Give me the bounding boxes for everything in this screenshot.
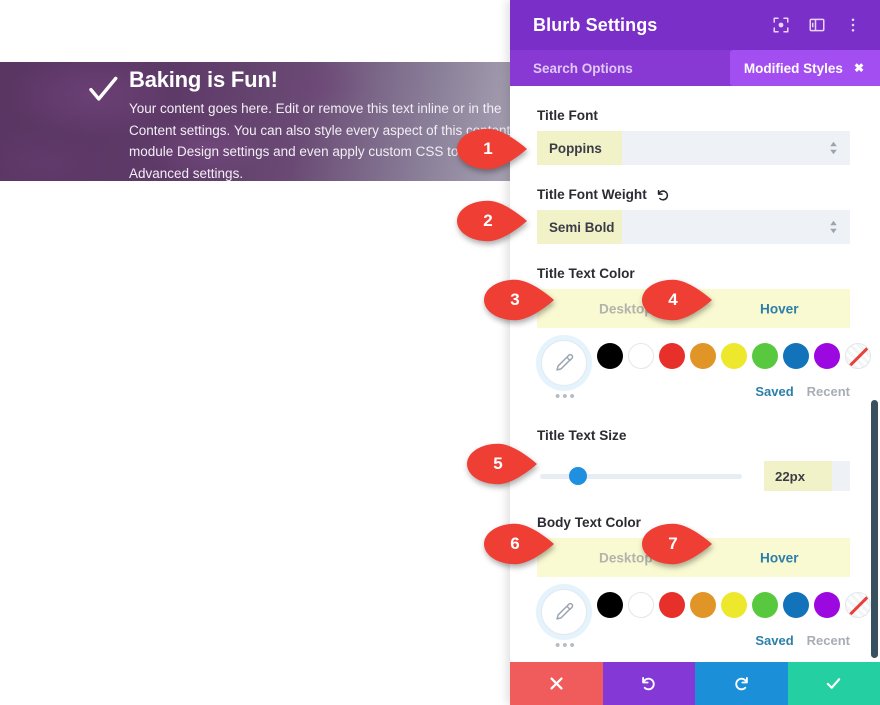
panel-footer (510, 662, 880, 705)
app-root: Baking is Fun! Your content goes here. E… (0, 0, 880, 705)
swatch-white[interactable] (628, 592, 654, 618)
swatch-white[interactable] (628, 343, 654, 369)
close-icon[interactable]: ✖ (854, 61, 864, 75)
chevron-updown-icon (829, 141, 838, 156)
marker-5: 5 (465, 443, 539, 485)
tab-hover[interactable]: Hover (760, 301, 799, 316)
modified-styles-label: Modified Styles (743, 60, 843, 76)
title-font-weight-label: Title Font Weight (510, 187, 880, 210)
swatch-black[interactable] (597, 343, 623, 369)
chevron-updown-icon (829, 220, 838, 235)
swatch-blue[interactable] (783, 592, 809, 618)
field-title-text-size: Title Text Size 22px (510, 414, 880, 497)
ellipsis-icon[interactable]: ••• (555, 389, 577, 404)
title-font-value: Poppins (549, 140, 602, 156)
swatch-green[interactable] (752, 343, 778, 369)
title-font-weight-select[interactable]: Semi Bold (537, 210, 850, 244)
checkmark-icon (86, 72, 120, 106)
field-title-font-weight: Title Font Weight Semi Bold (510, 165, 880, 244)
saved-colors-link[interactable]: Saved (755, 633, 793, 648)
ellipsis-icon[interactable]: ••• (555, 638, 577, 653)
reset-icon[interactable] (656, 188, 670, 202)
title-color-swatches: ••• Saved Recent (510, 336, 880, 414)
panel-options-body: Title Font Poppins Title Font Weight Sem… (510, 86, 880, 662)
redo-button[interactable] (695, 662, 788, 705)
eyedropper-icon[interactable] (541, 589, 587, 635)
panel-scrollbar[interactable] (871, 400, 878, 658)
body-color-swatches: ••• Saved Recent (510, 585, 880, 662)
modified-styles-badge[interactable]: Modified Styles ✖ (729, 50, 880, 86)
layout-toggle-icon[interactable] (808, 16, 826, 34)
swatch-green[interactable] (752, 592, 778, 618)
field-title-text-color: Title Text Color Desktop Hover ••• Saved… (510, 244, 880, 414)
color-palette (597, 592, 871, 618)
swatch-purple[interactable] (814, 592, 840, 618)
saved-colors-link[interactable]: Saved (755, 384, 793, 399)
title-font-label: Title Font (537, 108, 598, 123)
title-text-size-input[interactable]: 22px (764, 461, 850, 491)
title-text-size-label: Title Text Size (537, 428, 627, 443)
field-title-font: Title Font Poppins (510, 86, 880, 165)
recent-colors-link[interactable]: Recent (807, 384, 850, 399)
marker-1: 1 (455, 128, 529, 170)
swatch-orange[interactable] (690, 343, 716, 369)
marker-2: 2 (455, 200, 529, 242)
marker-6: 6 (482, 523, 556, 565)
swatch-purple[interactable] (814, 343, 840, 369)
marker-4: 4 (640, 279, 714, 321)
swatch-red[interactable] (659, 592, 685, 618)
swatch-orange[interactable] (690, 592, 716, 618)
editor-canvas: Baking is Fun! Your content goes here. E… (0, 0, 515, 705)
blurb-settings-panel: Blurb Settings Search Options Modified S… (510, 0, 880, 705)
swatch-black[interactable] (597, 592, 623, 618)
panel-search-bar: Search Options Modified Styles ✖ (510, 50, 880, 86)
swatch-blue[interactable] (783, 343, 809, 369)
swatch-yellow[interactable] (721, 343, 747, 369)
title-font-weight-value: Semi Bold (549, 219, 615, 235)
panel-header: Blurb Settings (510, 0, 880, 50)
marker-7: 7 (640, 523, 714, 565)
cancel-button[interactable] (510, 662, 603, 705)
eyedropper-icon[interactable] (541, 340, 587, 386)
fullscreen-icon[interactable] (772, 16, 790, 34)
swatch-transparent[interactable] (845, 343, 871, 369)
recent-colors-link[interactable]: Recent (807, 633, 850, 648)
swatch-red[interactable] (659, 343, 685, 369)
title-text-size-value: 22px (775, 468, 806, 484)
title-text-size-slider[interactable]: 22px (510, 455, 880, 497)
marker-3: 3 (482, 279, 556, 321)
blurb-title: Baking is Fun! (129, 67, 278, 92)
field-body-text-color: Body Text Color Desktop Hover ••• Saved … (510, 497, 880, 662)
color-palette (597, 343, 871, 369)
slider-handle[interactable] (569, 467, 588, 485)
swatch-transparent[interactable] (845, 592, 871, 618)
swatch-yellow[interactable] (721, 592, 747, 618)
tab-hover[interactable]: Hover (760, 550, 799, 565)
blurb-module-preview[interactable]: Baking is Fun! Your content goes here. E… (0, 62, 515, 181)
page-title: Blurb Settings (533, 14, 658, 35)
title-font-select[interactable]: Poppins (537, 131, 850, 165)
undo-button[interactable] (602, 662, 695, 705)
more-options-icon[interactable] (844, 16, 862, 34)
save-button[interactable] (787, 662, 880, 705)
